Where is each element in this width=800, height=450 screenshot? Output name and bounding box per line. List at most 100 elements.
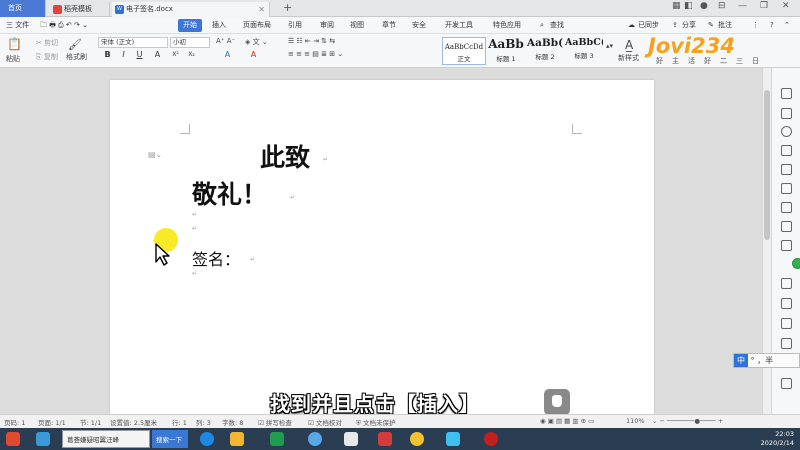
- font-color-button[interactable]: A: [222, 49, 233, 60]
- menu-security[interactable]: 安全: [412, 19, 426, 32]
- status-spell-check[interactable]: ☑ 拼写检查: [258, 417, 292, 427]
- ie-icon[interactable]: [200, 432, 214, 446]
- maximize-icon[interactable]: ❐: [760, 1, 768, 11]
- list-icons[interactable]: ☰ ☷ ⇤ ⇥ ⇅ ⇆: [288, 37, 335, 45]
- status-col[interactable]: 列: 3: [196, 417, 211, 427]
- chrome-icon[interactable]: [410, 432, 424, 446]
- style-heading-2[interactable]: AaBb( 标题 2: [526, 37, 564, 65]
- text-icon[interactable]: [781, 202, 792, 213]
- subscript-button[interactable]: X₂: [186, 49, 197, 60]
- bird-app-icon[interactable]: [446, 432, 460, 446]
- ime-extra[interactable]: ° ，半: [751, 356, 774, 365]
- align-icons[interactable]: ≡ ≡ ≡ ▤ ≣ ⊞ ⌄: [288, 50, 343, 58]
- status-section[interactable]: 节: 1/1: [80, 417, 101, 427]
- tab-template[interactable]: 稻壳模板: [50, 2, 110, 17]
- new-style-button[interactable]: 新样式: [618, 53, 639, 63]
- crop-icon[interactable]: [781, 298, 792, 309]
- help-icon[interactable]: ?: [770, 19, 774, 32]
- menu-file[interactable]: 三 文件: [6, 19, 29, 32]
- target-icon[interactable]: [781, 126, 792, 137]
- tab-document[interactable]: W 电子签名.docx ✕: [112, 2, 270, 17]
- min-window-icon[interactable]: ⊟: [718, 1, 726, 11]
- format-painter-icon[interactable]: 🖌: [68, 38, 82, 51]
- system-clock[interactable]: 22:03 2020/2/14: [761, 430, 794, 448]
- menu-start[interactable]: 开始: [178, 19, 202, 32]
- status-protect[interactable]: ⛨ 文档未保护: [356, 417, 395, 428]
- minimize-icon[interactable]: —: [738, 1, 747, 11]
- italic-button[interactable]: I: [118, 49, 129, 60]
- menu-share[interactable]: 分享: [682, 19, 696, 32]
- share-panel-icon[interactable]: [781, 318, 792, 329]
- pen-icon[interactable]: [781, 88, 792, 99]
- status-words[interactable]: 字数: 8: [222, 417, 243, 427]
- menu-chapter[interactable]: 章节: [382, 19, 396, 32]
- wps-icon[interactable]: [378, 432, 392, 446]
- window-app-icon[interactable]: [344, 432, 358, 446]
- windows-start-icon[interactable]: [6, 432, 20, 446]
- edit-icon[interactable]: [781, 164, 792, 175]
- grid-icon[interactable]: [781, 240, 792, 251]
- menu-toolbar-icons[interactable]: 🗀 🖶 ⎙ ↶ ↷ ⌄: [40, 19, 88, 32]
- tab-home[interactable]: 首页: [0, 0, 46, 17]
- clear-format-icon[interactable]: ◈ 文 ⌄: [245, 37, 268, 47]
- green-assistant-icon[interactable]: [792, 258, 800, 269]
- cloud-app-icon[interactable]: [308, 432, 322, 446]
- more-icon[interactable]: ⋮: [752, 19, 759, 32]
- ime-mode[interactable]: 中: [734, 354, 748, 367]
- format-painter-button[interactable]: 格式刷: [66, 52, 87, 62]
- status-setting[interactable]: 设置值: 2.5厘米: [110, 417, 157, 427]
- style-heading-3[interactable]: AaBbC( 标题 3: [565, 37, 603, 65]
- style-normal[interactable]: AaBbCcDd 正文: [442, 37, 486, 65]
- record-icon[interactable]: [484, 432, 498, 446]
- image-icon[interactable]: [781, 278, 792, 289]
- table-icon[interactable]: [781, 183, 792, 194]
- menu-page-layout[interactable]: 页面布局: [243, 19, 271, 32]
- menu-insert[interactable]: 插入: [212, 19, 226, 32]
- close-tab-icon[interactable]: ✕: [258, 2, 265, 17]
- copy-button[interactable]: ⎘ 复制: [36, 52, 58, 62]
- zoom-slider[interactable]: ⌄ − ───────●──── +: [652, 417, 723, 425]
- menu-view[interactable]: 视图: [350, 19, 364, 32]
- tools-icon[interactable]: [781, 378, 792, 389]
- print-icon[interactable]: [781, 338, 792, 349]
- avatar[interactable]: ●: [700, 1, 708, 11]
- font-name-select[interactable]: 宋体 (正文): [98, 37, 168, 48]
- scrollbar-thumb[interactable]: [764, 90, 770, 240]
- style-heading-1[interactable]: AaBb 标题 1: [487, 37, 525, 65]
- new-tab-button[interactable]: +: [283, 1, 292, 14]
- menu-reference[interactable]: 引用: [288, 19, 302, 32]
- superscript-button[interactable]: X²: [170, 49, 181, 60]
- close-window-icon[interactable]: ✕: [782, 1, 790, 11]
- zoom-level[interactable]: 110%: [626, 417, 645, 425]
- bold-button[interactable]: B: [102, 49, 113, 60]
- status-row[interactable]: 行: 1: [172, 417, 187, 427]
- green-app-icon[interactable]: [270, 432, 284, 446]
- status-proofread[interactable]: ☑ 文档校对: [308, 417, 342, 427]
- paste-button[interactable]: 粘贴: [6, 54, 20, 64]
- pointer-icon[interactable]: [781, 108, 792, 119]
- floating-action-button[interactable]: [544, 389, 570, 415]
- explorer-icon[interactable]: [230, 432, 244, 446]
- font-size-select[interactable]: 小初: [170, 37, 210, 48]
- paste-icon[interactable]: 📋: [7, 37, 22, 51]
- grow-font-icon[interactable]: A⁺ A⁻: [216, 37, 235, 45]
- status-page-number[interactable]: 页码: 1: [4, 417, 25, 427]
- menu-sync[interactable]: 已同步: [638, 19, 659, 32]
- ime-toolbar[interactable]: 中 ° ，半: [733, 353, 800, 368]
- menu-comment[interactable]: 批注: [718, 19, 732, 32]
- strikethrough-button[interactable]: A: [152, 49, 163, 60]
- menu-developer[interactable]: 开发工具: [445, 19, 473, 32]
- collapse-ribbon-icon[interactable]: ⌃: [784, 19, 790, 32]
- document-page[interactable]: ▤⌄ 此致 ↵ 敬礼！ ↵ ↵ ↵ 签名： ↵ ↵: [110, 80, 654, 414]
- cut-button[interactable]: ✂ 剪切: [36, 38, 58, 48]
- underline-button[interactable]: U: [134, 49, 145, 60]
- view-mode-icons[interactable]: ◉ ▣ ▤ ▦ ▥ ⊕ ▭: [540, 417, 594, 425]
- menu-search[interactable]: 查找: [550, 19, 564, 32]
- menu-review[interactable]: 审阅: [320, 19, 334, 32]
- taskbar-search-button[interactable]: 搜索一下: [152, 430, 188, 448]
- status-pages[interactable]: 页面: 1/1: [38, 417, 66, 427]
- menu-features[interactable]: 特色应用: [493, 19, 521, 32]
- search-icon[interactable]: ⌕: [540, 19, 544, 32]
- grid-icon[interactable]: ▦: [672, 1, 681, 11]
- new-style-icon[interactable]: A̲: [625, 38, 633, 52]
